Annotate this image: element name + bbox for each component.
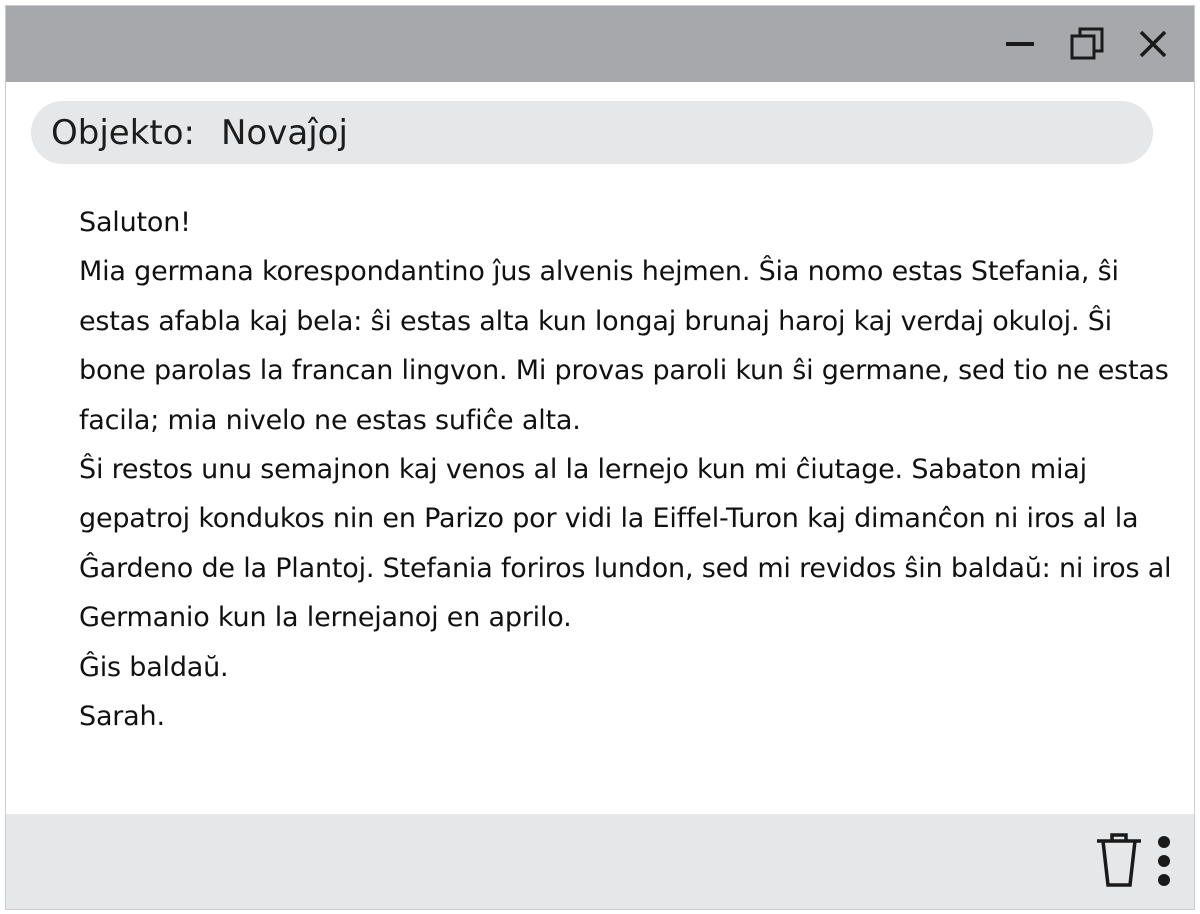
subject-label: Objekto: xyxy=(51,112,195,153)
minimize-icon xyxy=(1006,42,1034,46)
email-window: Objekto: Novaĵoj Saluton! Mia germana ko… xyxy=(5,5,1195,910)
message-signature: Sarah. xyxy=(79,701,165,733)
message-closing: Ĝis baldaŭ. xyxy=(79,651,229,683)
delete-button[interactable] xyxy=(1095,831,1143,889)
more-options-button[interactable] xyxy=(1152,834,1176,888)
message-paragraph: Mia germana korespondantino ĵus alvenis … xyxy=(79,256,1169,436)
message-greeting: Saluton! xyxy=(79,207,191,238)
close-icon xyxy=(1139,30,1167,58)
minimize-button[interactable] xyxy=(1002,24,1042,64)
subject-field[interactable]: Objekto: Novaĵoj xyxy=(31,101,1153,164)
restore-icon xyxy=(1070,27,1104,60)
message-paragraph: Ŝi restos unu semajnon kaj venos al la l… xyxy=(79,454,1172,634)
more-vertical-icon xyxy=(1158,836,1170,886)
message-body[interactable]: Saluton! Mia germana korespondantino ĵus… xyxy=(79,198,1174,741)
footer-toolbar xyxy=(6,814,1194,909)
subject-value: Novaĵoj xyxy=(221,112,348,153)
maximize-button[interactable] xyxy=(1068,24,1108,64)
title-bar xyxy=(6,6,1194,82)
close-button[interactable] xyxy=(1133,24,1173,64)
trash-icon xyxy=(1097,833,1141,887)
